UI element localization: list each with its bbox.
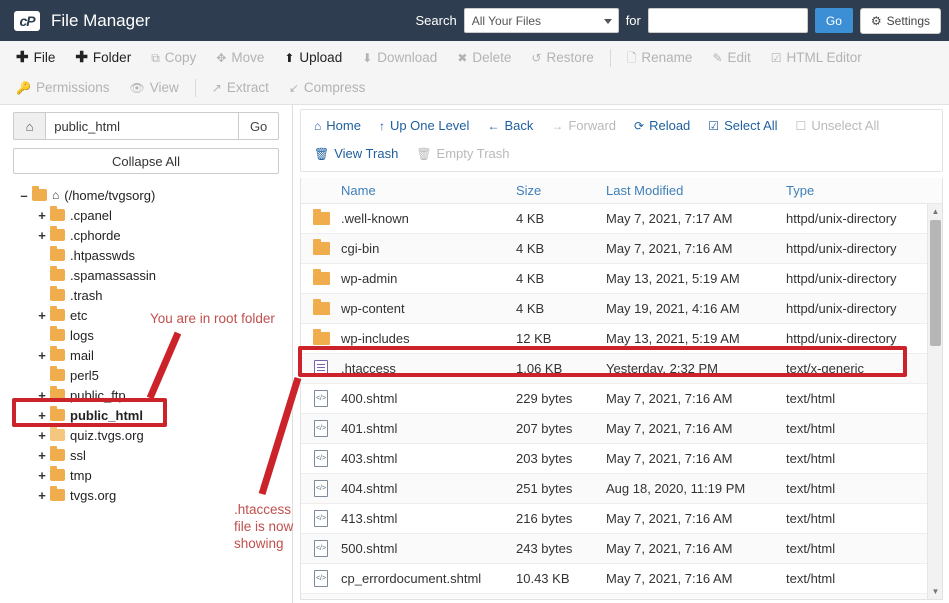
annotation-arrows	[146, 331, 302, 496]
file-manager-page: cP File Manager Search All Your Files fo…	[0, 0, 949, 603]
